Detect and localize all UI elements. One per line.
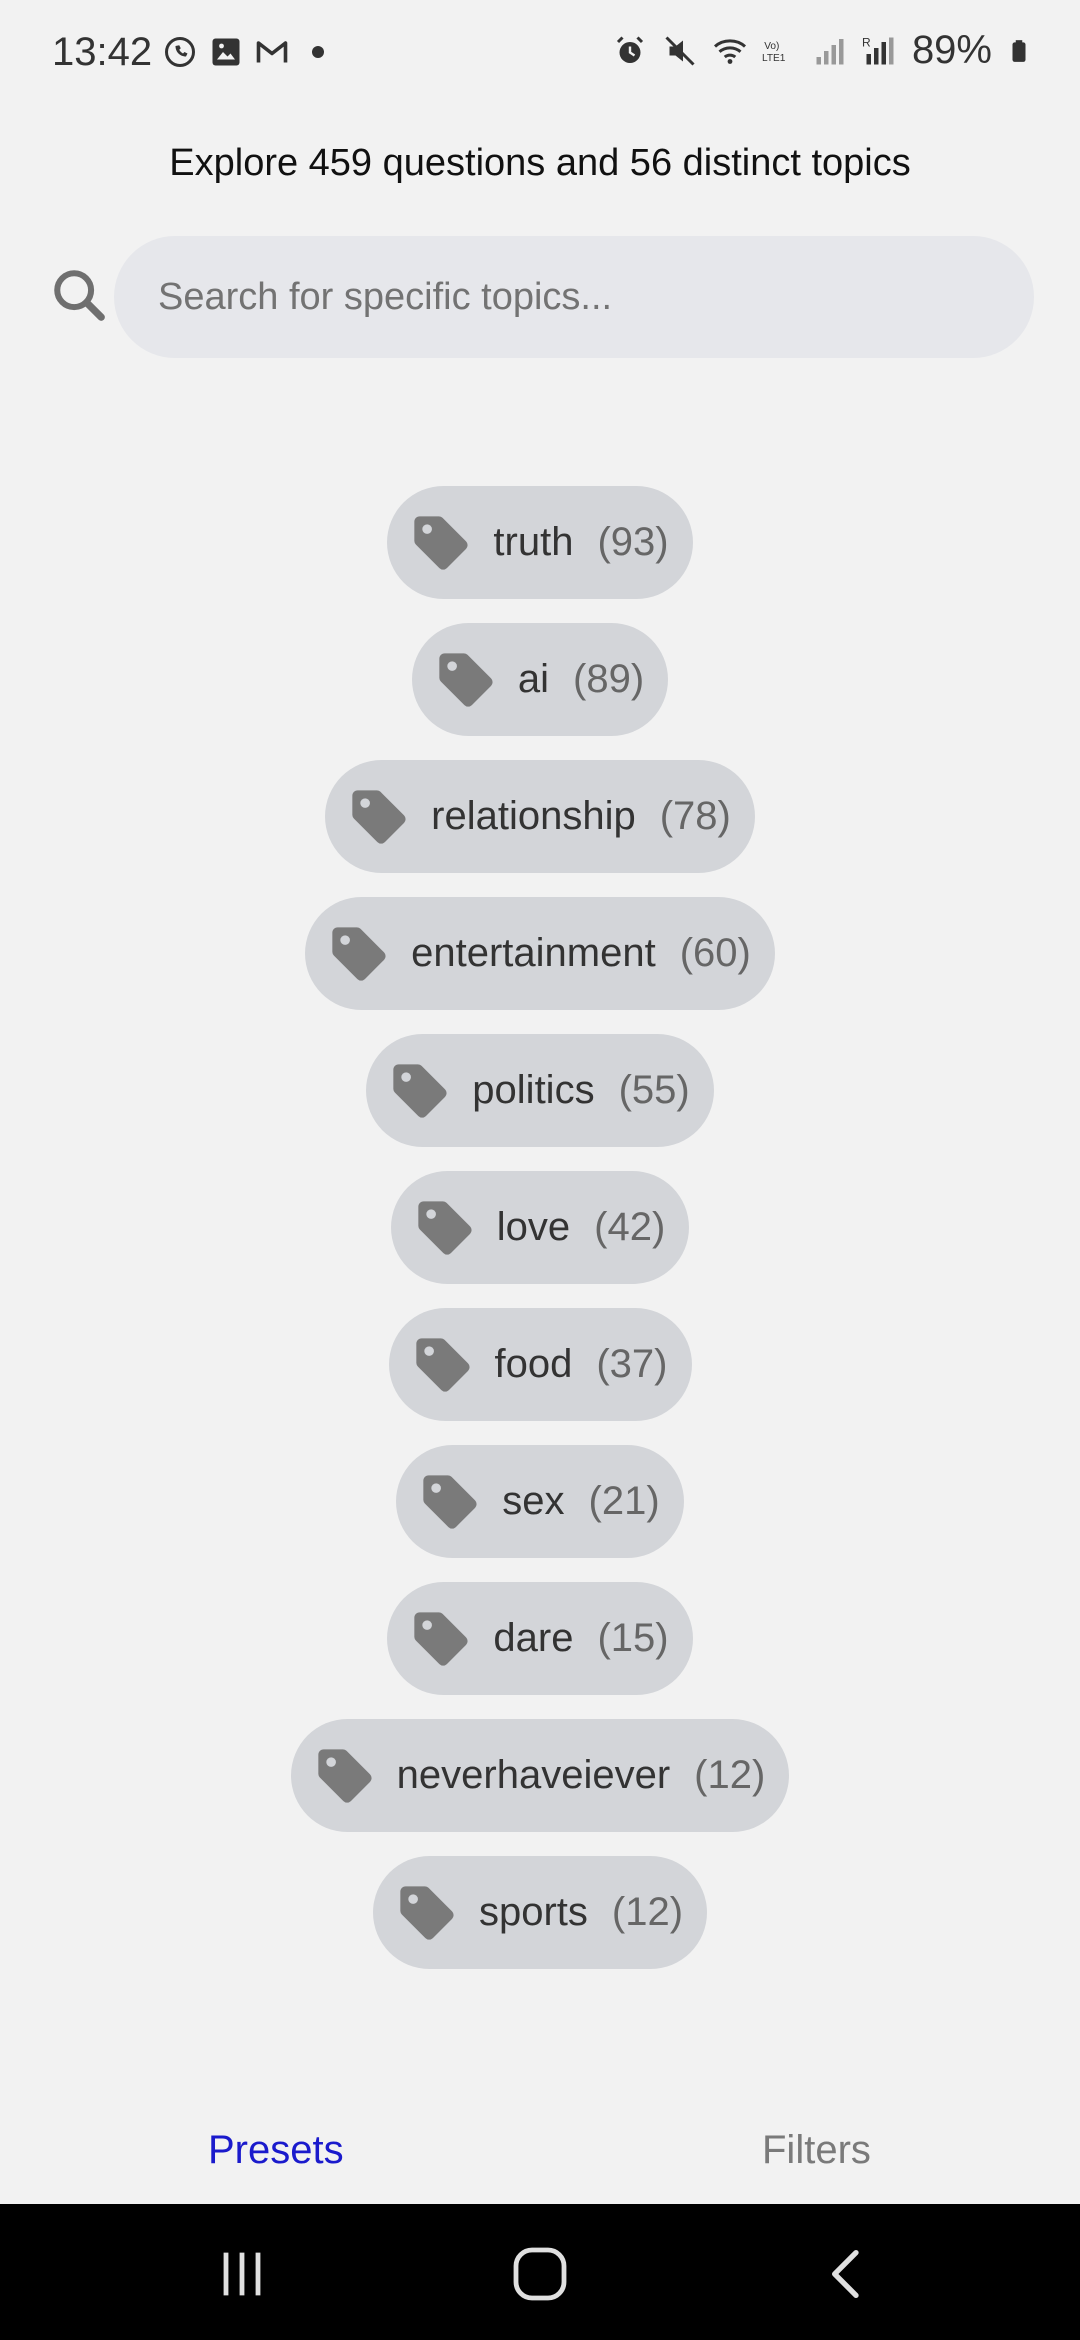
home-icon[interactable]	[508, 2242, 572, 2306]
whatsapp-icon	[165, 37, 195, 67]
volte-icon: Vo) LTE1	[762, 40, 786, 64]
tag-icon	[423, 1474, 477, 1529]
topic-chip-politics[interactable]: politics (55)	[366, 1034, 714, 1147]
topic-name: politics	[472, 1068, 595, 1112]
topic-chip-neverhaveiever[interactable]: neverhaveiever (12)	[290, 1719, 790, 1832]
topic-count: (12)	[694, 1753, 766, 1797]
topic-name: ai	[517, 657, 549, 701]
wifi-icon	[713, 38, 746, 64]
svg-text:LTE1: LTE1	[762, 53, 786, 64]
topic-count: (42)	[594, 1205, 666, 1249]
bottom-tabs: Presets Filters	[0, 2110, 1080, 2190]
tag-icon	[439, 652, 493, 707]
tag-icon	[415, 1337, 470, 1392]
topic-count: (78)	[659, 794, 731, 838]
topic-name: love	[496, 1205, 571, 1249]
battery-percentage: 89%	[911, 28, 992, 72]
topic-chip-food[interactable]: food (37)	[388, 1308, 692, 1421]
tag-icon	[332, 926, 386, 981]
tag-icon	[414, 515, 468, 570]
recent-apps-icon[interactable]	[210, 2242, 274, 2306]
topic-list: truth (93) ai (89) relationship (78) ent…	[0, 486, 1080, 1969]
topic-name: food	[494, 1342, 573, 1386]
gallery-icon	[212, 38, 240, 66]
back-icon[interactable]	[816, 2242, 880, 2306]
status-bar: 13:42 Vo) LTE1 R 89%	[0, 0, 1080, 110]
topic-chip-truth[interactable]: truth (93)	[387, 486, 693, 599]
navigation-bar	[0, 2204, 1080, 2340]
battery-icon	[1012, 39, 1026, 62]
topic-count: (37)	[596, 1342, 668, 1386]
tab-presets[interactable]: Presets	[208, 2128, 344, 2173]
svg-text:Vo): Vo)	[764, 40, 779, 51]
page-headline: Explore 459 questions and 56 distinct to…	[169, 142, 911, 184]
topic-chip-love[interactable]: love (42)	[390, 1171, 690, 1284]
topic-count: (15)	[597, 1616, 669, 1660]
topic-chip-sex[interactable]: sex (21)	[396, 1445, 684, 1558]
gmail-icon	[256, 41, 288, 63]
topic-chip-entertainment[interactable]: entertainment (60)	[305, 897, 775, 1010]
topic-count: (21)	[588, 1479, 660, 1523]
topic-name: sports	[478, 1890, 588, 1934]
topic-name: truth	[493, 520, 574, 564]
tab-filters[interactable]: Filters	[762, 2128, 871, 2173]
topic-chip-relationship[interactable]: relationship (78)	[325, 760, 755, 873]
svg-text:R: R	[862, 35, 871, 49]
mute-icon	[665, 35, 695, 66]
topic-count: (93)	[597, 520, 669, 564]
tag-icon	[418, 1200, 472, 1255]
search-icon[interactable]	[50, 266, 108, 324]
signal-icon	[816, 38, 844, 64]
signal-roaming-icon: R	[862, 35, 894, 64]
topic-count: (55)	[618, 1068, 690, 1112]
topic-chip-ai[interactable]: ai (89)	[411, 623, 669, 736]
topic-count: (89)	[573, 657, 645, 701]
topic-name: sex	[502, 1479, 565, 1523]
search-input[interactable]	[114, 236, 1034, 358]
topic-count: (60)	[679, 931, 751, 975]
topic-name: relationship	[431, 794, 636, 838]
tag-icon	[352, 789, 406, 844]
tag-icon	[393, 1063, 447, 1118]
topic-name: dare	[493, 1616, 574, 1660]
topic-name: entertainment	[411, 931, 656, 975]
alarm-icon	[616, 35, 643, 63]
tag-icon	[400, 1885, 454, 1940]
status-time: 13:42	[52, 30, 153, 74]
dot-icon	[312, 46, 324, 58]
topic-chip-dare[interactable]: dare (15)	[387, 1582, 693, 1695]
tag-icon	[414, 1611, 468, 1666]
topic-count: (12)	[611, 1890, 684, 1934]
topic-chip-sports[interactable]: sports (12)	[372, 1856, 708, 1969]
topic-name: neverhaveiever	[396, 1753, 671, 1797]
tag-icon	[318, 1748, 372, 1803]
